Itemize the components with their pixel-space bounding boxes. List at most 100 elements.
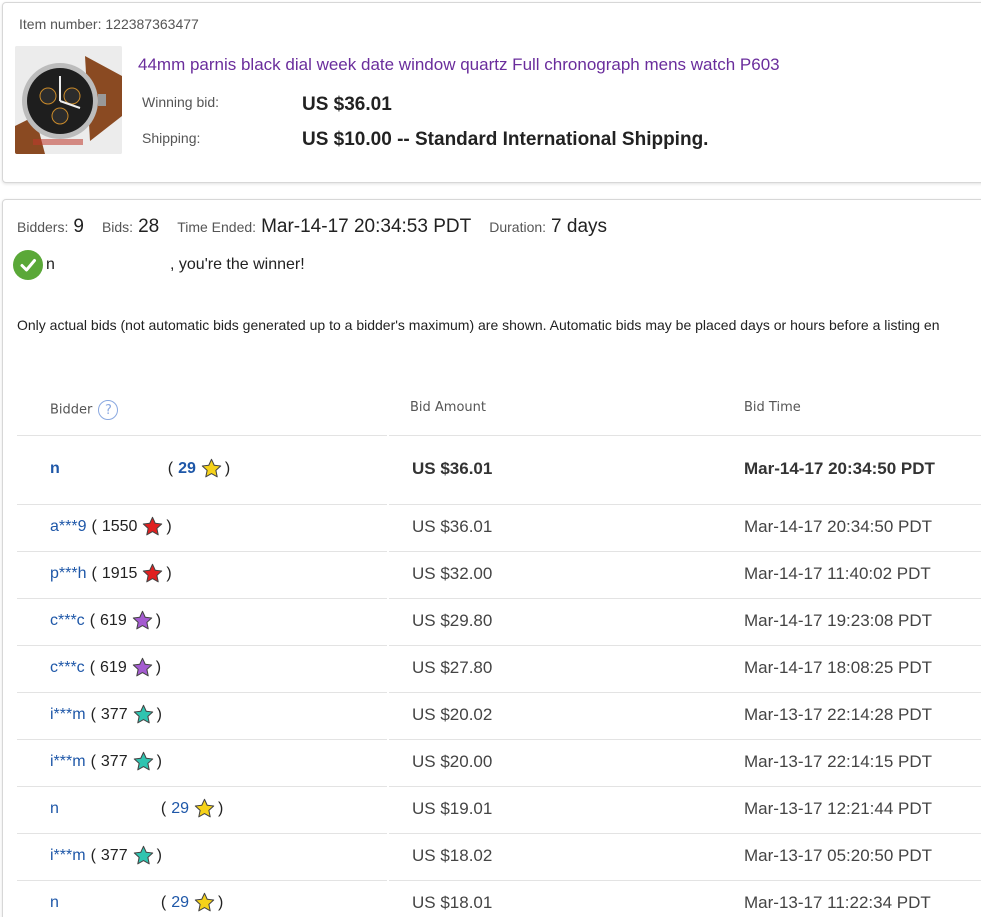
teal-star-icon[interactable] [133,704,154,725]
help-icon[interactable]: ? [98,400,119,420]
bid-amount: US $36.01 [412,517,493,536]
feedback-open-paren: ( [89,658,96,676]
feedback-score-link[interactable]: 29 [171,800,189,818]
feedback-score-link[interactable]: 377 [101,753,128,771]
column-separator [387,645,389,692]
bidder-cell: c***c(619) [50,610,161,631]
feedback-score-link[interactable]: 29 [171,894,189,912]
feedback-open-paren: ( [90,705,96,723]
row-divider [17,645,981,646]
bidder-cell: i***m(377) [50,845,162,866]
bid-amount: US $32.00 [412,564,493,583]
winner-message: , you're the winner! [170,256,305,273]
table-row: n (29) US $36.01 Mar-14-17 20:34:50 PDT [17,435,981,504]
table-row: p***h (1915) US $32.00 Mar-14-17 11:40:02 P… [17,551,981,598]
column-separator [387,833,389,880]
column-separator [387,598,389,645]
yellow-star-icon[interactable] [201,458,222,479]
teal-star-icon[interactable] [133,845,154,866]
column-separator [387,435,389,504]
feedback-open-paren: ( [91,564,97,582]
bid-amount: US $19.01 [412,799,493,818]
bids-count: 28 [138,216,160,237]
feedback-close-paren: ) [155,611,162,629]
bid-amount: US $27.80 [412,658,493,677]
automatic-bids-note: Only actual bids (not automatic bids gen… [17,317,940,333]
bidder-username-link[interactable]: i***m [50,847,86,865]
feedback-open-paren: ( [160,799,167,817]
feedback-score-link[interactable]: 619 [100,612,127,630]
feedback-close-paren: ) [224,459,231,477]
bid-amount: US $18.01 [412,893,493,912]
bid-amount: US $18.02 [412,846,493,865]
teal-star-icon[interactable] [133,751,154,772]
bid-time: Mar-14-17 19:23:08 PDT [744,611,933,630]
feedback-score-link[interactable]: 1550 [102,518,138,536]
feedback-close-paren: ) [155,658,162,676]
feedback-score-link[interactable]: 1915 [102,565,138,583]
feedback-close-paren: ) [218,893,224,911]
bidder-cell: n (29) [50,458,230,479]
feedback-score-link[interactable]: 29 [178,460,196,478]
bidder-username-link[interactable]: n [50,460,60,478]
bidder-username-link[interactable]: c***c [50,659,85,677]
time-ended-value: Mar-14-17 20:34:53 PDT [261,216,472,237]
feedback-close-paren: ) [156,752,162,770]
feedback-close-paren: ) [166,517,172,535]
watch-image [15,46,122,154]
bidder-cell: c***c(619) [50,657,161,678]
row-divider [17,692,981,693]
column-separator [387,880,389,917]
feedback-score-link[interactable]: 377 [101,847,128,865]
bidder-username-link[interactable]: p***h [50,565,86,583]
table-row: c***c(619) US $29.80 Mar-14-17 19:23:08 PD… [17,598,981,645]
item-thumbnail[interactable] [15,46,122,154]
feedback-close-paren: ) [218,799,224,817]
table-row: c***c(619) US $27.80 Mar-14-17 18:08:25 PD… [17,645,981,692]
yellow-star-icon[interactable] [194,892,215,913]
row-divider [17,435,981,436]
bidder-username-link[interactable]: i***m [50,706,86,724]
bidder-cell: n (29) [50,892,223,913]
feedback-close-paren: ) [166,564,172,582]
row-divider [17,551,981,552]
bidder-username-link[interactable]: n [50,894,59,912]
winner-username: n [46,256,55,273]
red-star-icon[interactable] [142,516,163,537]
red-star-icon[interactable] [142,563,163,584]
bids-label: Bids: [101,219,134,235]
bid-time: Mar-13-17 11:22:34 PDT [744,893,931,912]
auction-summary: Bidders: 9 Bids: 28 Time Ended: Mar-14-1… [17,216,625,238]
bidder-username-link[interactable]: n [50,800,59,818]
bid-time: Mar-13-17 22:14:15 PDT [744,752,933,771]
bid-time: Mar-14-17 20:34:50 PDT [744,517,933,536]
bid-time: Mar-14-17 11:40:02 PDT [744,564,931,583]
table-row: n (29) US $19.01 Mar-13-17 12:21:44 PDT [17,786,981,833]
bidders-count: 9 [73,216,84,237]
bidders-label: Bidders: [17,219,69,235]
item-title-link[interactable]: 44mm parnis black dial week date window … [138,55,780,75]
purple-star-icon[interactable] [132,610,153,631]
feedback-score-link[interactable]: 619 [100,659,127,677]
bidder-username-link[interactable]: i***m [50,753,86,771]
row-divider [17,504,981,505]
row-divider [17,880,981,881]
bidder-cell: n (29) [50,798,223,819]
bidder-username-link[interactable]: c***c [50,612,85,630]
row-divider [17,786,981,787]
column-separator [387,551,389,598]
bidder-column-header: Bidder? [50,400,119,420]
purple-star-icon[interactable] [132,657,153,678]
shipping-value: US $10.00 -- Standard International Ship… [302,129,709,150]
winning-bid-label: Winning bid: [142,94,220,110]
bid-time: Mar-13-17 22:14:28 PDT [744,705,933,724]
row-divider [17,598,981,599]
feedback-score-link[interactable]: 377 [101,706,128,724]
bid-amount: US $36.01 [412,459,493,478]
table-row: i***m(377) US $20.00 Mar-13-17 22:14:15 PD… [17,739,981,786]
time-ended-label: Time Ended: [177,219,257,235]
bidder-username-link[interactable]: a***9 [50,518,86,536]
bidder-cell: i***m(377) [50,751,162,772]
item-number: Item number: 122387363477 [19,16,199,32]
yellow-star-icon[interactable] [194,798,215,819]
